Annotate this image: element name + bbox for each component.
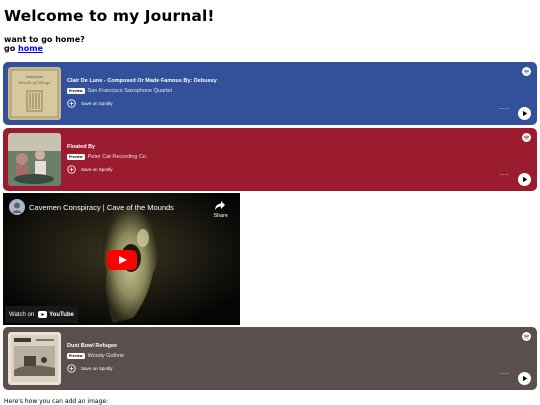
play-icon[interactable] <box>518 107 531 120</box>
watch-on-label: Watch on <box>9 311 35 318</box>
page-title: Welcome to my Journal! <box>4 7 215 25</box>
youtube-play-icon[interactable] <box>107 250 137 270</box>
save-label: Save on Spotify <box>81 366 113 371</box>
album-cover-art <box>8 133 61 186</box>
play-icon[interactable] <box>518 372 531 385</box>
spotify-embed-clair-de-lune[interactable]: Saxophone Words of Wings Clair De Lune -… <box>3 62 537 125</box>
track-subtitle: Preview Woody Guthrie <box>67 352 124 359</box>
track-title[interactable]: Dust Bowl Refugee <box>67 343 117 349</box>
watch-on-youtube-button[interactable]: Watch on YouTube <box>5 306 78 323</box>
preview-badge: Preview <box>67 87 85 94</box>
spotify-logo-icon[interactable] <box>522 67 531 76</box>
preview-badge: Preview <box>67 153 85 160</box>
track-title[interactable]: Floated By <box>67 144 95 150</box>
save-label: Save on Spotify <box>81 167 113 172</box>
more-options-button[interactable]: ··· <box>500 369 510 378</box>
album-cover-art: Saxophone Words of Wings <box>8 67 61 120</box>
home-question: want to go home? <box>4 35 85 44</box>
youtube-brand: YouTube <box>49 311 74 318</box>
track-title[interactable]: Clair De Lune - Composed Or Made Famous … <box>67 78 217 84</box>
add-image-instructions: Here's how you can add an image: <box>4 398 109 405</box>
home-link[interactable]: home <box>18 44 43 53</box>
add-circle-icon <box>67 364 76 373</box>
save-label: Save on Spotify <box>81 101 113 106</box>
spotify-logo-icon[interactable] <box>522 332 531 341</box>
save-on-spotify-button[interactable]: Save on Spotify <box>67 99 113 108</box>
home-line: go home <box>4 44 43 53</box>
artist-name[interactable]: Woody Guthrie <box>88 353 125 359</box>
more-options-button[interactable]: ··· <box>500 104 510 113</box>
spotify-logo-icon[interactable] <box>522 133 531 142</box>
artist-name[interactable]: Peter Cat Recording Co. <box>88 154 148 160</box>
preview-badge: Preview <box>67 352 85 359</box>
spotify-embed-floated-by[interactable]: Floated By Preview Peter Cat Recording C… <box>3 128 537 191</box>
artist-name[interactable]: San Francisco Saxophone Quartet <box>88 88 172 94</box>
share-label[interactable]: Share <box>213 213 228 219</box>
youtube-logo-icon <box>38 311 48 318</box>
more-options-button[interactable]: ··· <box>500 170 510 179</box>
svg-text:Words of Wings: Words of Wings <box>19 80 51 85</box>
spotify-embed-dust-bowl-refugee[interactable]: Dust Bowl Refugee Preview Woody Guthrie … <box>3 327 537 390</box>
track-subtitle: Preview San Francisco Saxophone Quartet <box>67 87 172 94</box>
add-circle-icon <box>67 99 76 108</box>
save-on-spotify-button[interactable]: Save on Spotify <box>67 364 113 373</box>
home-prefix: go <box>4 44 19 53</box>
album-cover-art <box>8 332 61 385</box>
track-subtitle: Preview Peter Cat Recording Co. <box>67 153 148 160</box>
channel-avatar[interactable] <box>9 199 25 215</box>
svg-text:Saxophone: Saxophone <box>26 75 44 79</box>
play-icon[interactable] <box>518 173 531 186</box>
video-title[interactable]: Cavemen Conspiracy | Cave of the Mounds <box>29 203 174 212</box>
share-arrow-icon[interactable] <box>215 201 225 210</box>
save-on-spotify-button[interactable]: Save on Spotify <box>67 165 113 174</box>
add-circle-icon <box>67 165 76 174</box>
youtube-embed[interactable]: Cavemen Conspiracy | Cave of the Mounds … <box>3 193 240 325</box>
journal-page: Welcome to my Journal! want to go home? … <box>0 0 540 405</box>
